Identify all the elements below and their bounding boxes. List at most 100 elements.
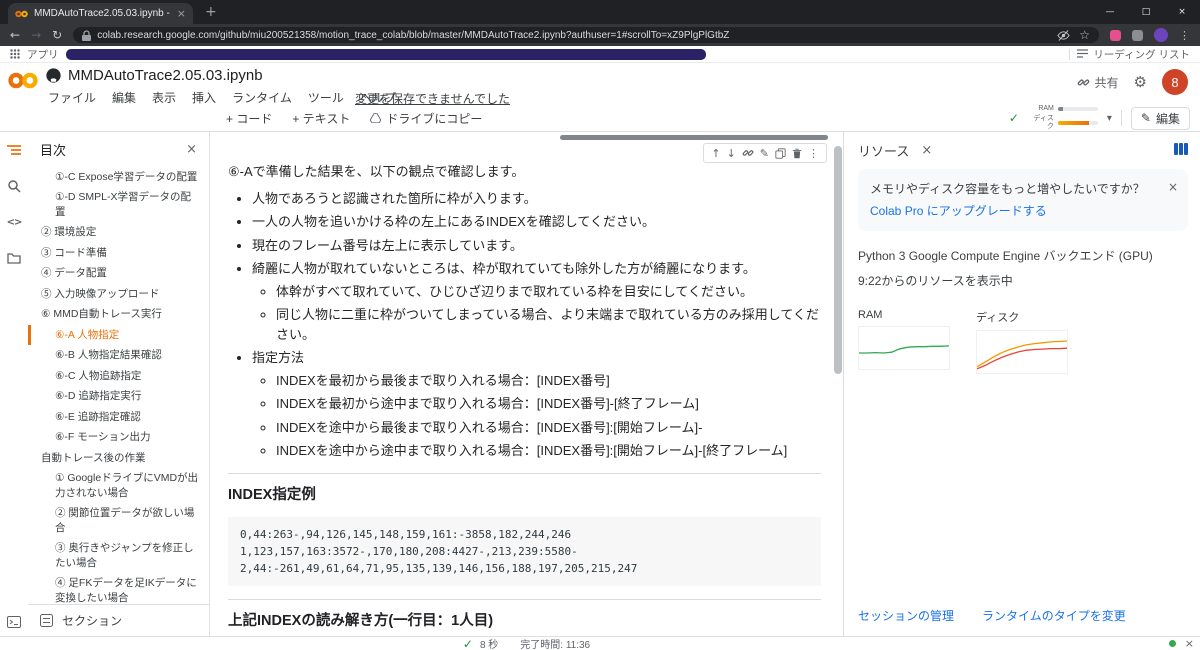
refresh-icon[interactable]: ↻ [52,29,62,41]
copy-to-drive-button[interactable]: ドライブにコピー [370,110,482,127]
terminal-icon[interactable] [6,614,22,630]
disk-meter-label: ディスク [1033,115,1054,130]
copy-cell-link-icon[interactable] [742,147,754,159]
completion-time: 完了時間: 11:36 [520,640,591,650]
apps-label[interactable]: アプリ [27,47,59,62]
reading-list-label: リーディング リスト [1093,48,1190,61]
sub-bullet-list: 体幹がすべて取れていて、ひじひざ辺りまで取れている枠を目安にしてください。同じ人… [276,282,821,344]
toc-item[interactable]: ③ 奥行きやジャンプを修正したい場合 [28,538,209,573]
extension-icon[interactable] [1132,29,1143,41]
change-runtime-link[interactable]: ランタイムのタイプを変更 [982,607,1126,624]
toc-item[interactable]: ④ データ配置 [28,263,209,283]
markdown-cell: ⑥-Aで準備した結果を、以下の観点で確認します。 人物であろうと認識された箇所に… [228,162,821,636]
toc-item[interactable]: ⑥-E 追跡指定確認 [28,407,209,427]
notebook-title[interactable]: MMDAutoTrace2.05.03.ipynb [68,67,263,84]
new-tab-button[interactable]: + [205,2,217,22]
resource-meter[interactable]: RAM ディスク [1028,105,1098,131]
status-bar: ✓ 8 秒 完了時間: 11:36 × [0,636,1200,650]
toolbar-divider [1120,110,1122,126]
chart-label: ディスク [976,312,1020,324]
chevron-down-icon[interactable]: ▾ [1107,113,1112,124]
colab-logo-icon[interactable] [8,72,38,89]
sub-bullet-item: INDEXを途中から最後まで取り入れる場合：[INDEX番号]:[開始フレーム]… [276,418,821,437]
extension-icon[interactable] [1110,29,1121,41]
toc-item[interactable]: ①-C Expose学習データの配置 [28,167,209,187]
toc-item[interactable]: ① GoogleドライブにVMDが出力されない場合 [28,468,209,503]
resources-close-icon[interactable]: × [921,143,932,158]
window-controls: — □ × [1092,0,1200,24]
gear-icon[interactable]: ⚙ [1134,73,1147,91]
section-button[interactable]: セクション [28,604,209,636]
toc-item[interactable]: ⑥ MMD自動トレース実行 [28,304,209,324]
add-code-button[interactable]: + コード [226,110,272,127]
toc-item[interactable]: ③ コード準備 [28,243,209,263]
code-block: 0,44:263-,94,126,145,148,159,161:-3858,1… [228,516,821,586]
edit-mode-button[interactable]: ✎ 編集 [1130,106,1190,130]
toc-item[interactable]: ⑥-C 人物追跡指定 [28,366,209,386]
files-folder-icon[interactable] [6,250,22,266]
move-cell-up-icon[interactable]: ↑ [711,148,720,159]
connected-check-icon: ✓ [1008,111,1019,125]
colab-header: MMDAutoTrace2.05.03.ipynb ファイル 編集 表示 挿入 ランタイ… [0,63,1200,106]
columns-view-icon[interactable] [1174,143,1188,158]
toc-item[interactable]: ⑤ 入力映像アップロード [28,284,209,304]
toc-title: 目次 [40,143,67,158]
edit-cell-icon[interactable]: ✎ [760,148,769,159]
upsell-close-icon[interactable]: × [1168,178,1178,196]
sub-bullet-item: 体幹がすべて取れていて、ひじひざ辺りまで取れている枠を目安にしてください。 [276,282,821,301]
divider [228,473,821,475]
tab-close-icon[interactable]: × [177,7,186,20]
toc-close-icon[interactable]: × [186,142,197,157]
delete-cell-icon[interactable] [792,148,802,159]
move-cell-down-icon[interactable]: ↓ [727,148,736,159]
reading-list-icon [1077,49,1089,58]
toc-item[interactable]: ⑥-B 人物指定結果確認 [28,345,209,365]
browser-menu-icon[interactable]: ⋮ [1179,29,1190,42]
colab-pro-link[interactable]: Colab Pro にアップグレードする [870,202,1047,220]
copy-cell-icon[interactable] [775,147,786,159]
search-icon[interactable] [6,178,22,194]
toc-item[interactable]: ⑥-F モーション出力 [28,427,209,447]
vertical-scrollbar[interactable] [834,146,842,374]
minimize-button[interactable]: — [1092,0,1128,24]
apps-grid-icon[interactable] [10,49,20,59]
toc-rail-icon[interactable] [6,142,22,158]
status-close-icon[interactable]: × [1185,637,1194,650]
sub-bullet-item: INDEXを最初から最後まで取り入れる場合：[INDEX番号] [276,371,821,390]
status-check-icon: ✓ [462,636,473,650]
colab-favicon-icon [15,10,28,17]
toc-item[interactable]: ⑥-A 人物指定 [28,324,209,346]
drive-icon [370,113,382,123]
bookmark-star-icon[interactable]: ☆ [1079,29,1090,41]
browser-profile-avatar[interactable] [1154,28,1168,42]
share-button[interactable]: 共有 [1077,74,1119,91]
ram-meter-bar [1057,107,1098,111]
eye-off-icon[interactable] [1057,29,1070,42]
bullet-item: 人物であろうと認識された箇所に枠が入ります。 [252,189,821,208]
url-text: colab.research.google.com/github/miu2005… [97,29,730,41]
toc-item[interactable]: ② 関節位置データが欲しい場合 [28,503,209,538]
toc-item[interactable]: ①-D SMPL-X学習データの配置 [28,187,209,222]
toc-item[interactable]: 自動トレース後の作業 [28,448,209,468]
url-field[interactable]: colab.research.google.com/github/miu2005… [73,27,1099,43]
lock-icon [82,29,92,41]
notebook-toolbar: + コード + テキスト ドライブにコピー ✓ RAM ディスク ▾ ✎ 編集 [0,105,1200,132]
reading-list-button[interactable]: リーディング リスト [1077,47,1190,62]
horizontal-scrollbar[interactable] [560,135,828,140]
manage-session-link[interactable]: セッションの管理 [858,607,954,624]
window-close-button[interactable]: × [1164,0,1200,24]
backend-info: Python 3 Google Compute Engine バックエンド (G… [858,249,1153,263]
account-avatar[interactable]: 8 [1162,69,1188,95]
cell-more-icon[interactable]: ⋮ [808,148,819,159]
code-snippets-icon[interactable]: <> [6,214,23,230]
bookmark-item[interactable] [65,48,706,60]
forward-icon[interactable]: → [31,29,41,41]
maximize-button[interactable]: □ [1128,0,1164,24]
toc-item[interactable]: ② 環境設定 [28,222,209,242]
toc-item[interactable]: ④ 足FKデータを足IKデータに変換したい場合 [28,573,209,604]
toc-item[interactable]: ⑥-D 追跡指定実行 [28,386,209,406]
browser-tab[interactable]: MMDAutoTrace2.05.03.ipynb - C × [8,3,193,24]
back-icon[interactable]: ← [10,29,20,41]
pencil-icon: ✎ [1140,111,1151,125]
add-text-button[interactable]: + テキスト [292,110,350,127]
